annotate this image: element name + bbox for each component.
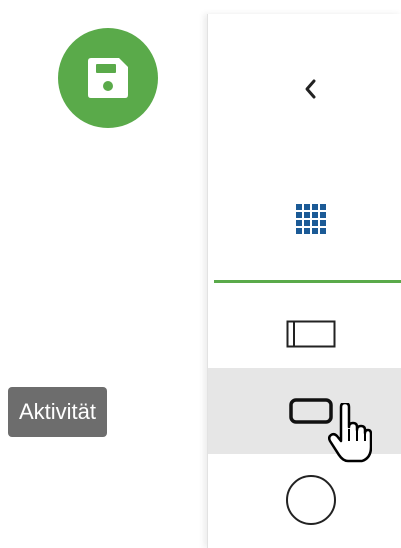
grid-icon [296, 204, 326, 234]
pool-tool-button[interactable] [208, 294, 401, 374]
chevron-left-icon [301, 77, 321, 101]
all-shapes-button[interactable] [208, 184, 401, 254]
pool-rectangle-icon [286, 320, 336, 348]
save-button[interactable] [58, 28, 158, 128]
palette-panel [207, 14, 401, 548]
rounded-rectangle-icon [289, 397, 333, 425]
palette-divider [214, 280, 401, 283]
circle-icon [285, 474, 337, 526]
event-tool-button[interactable] [208, 460, 401, 540]
collapse-palette-button[interactable] [208, 54, 401, 124]
floppy-disk-icon [85, 55, 131, 101]
task-tool-button[interactable] [208, 368, 401, 454]
app-stage: Aktivität [0, 0, 401, 548]
tooltip: Aktivität [8, 387, 108, 437]
